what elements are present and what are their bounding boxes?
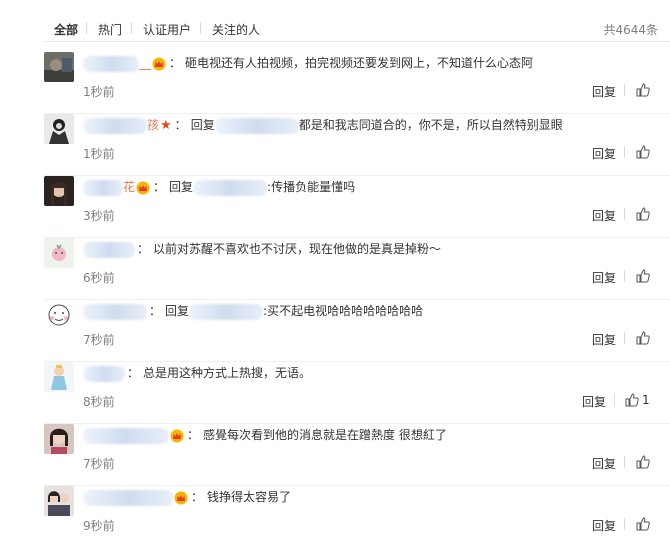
action-divider: [624, 518, 625, 530]
action-divider: [624, 84, 625, 96]
action-divider: [614, 394, 615, 406]
comment-text: 都是和我志同道合的，你不是，所以自然特别显眼: [298, 118, 563, 132]
thumbs-up-icon: [636, 517, 650, 531]
action-divider: [624, 208, 625, 220]
comment-item: ：回复:买不起电视哈哈哈哈哈哈哈哈 7秒前 回复: [44, 300, 670, 362]
crown-badge-icon: [174, 491, 188, 505]
comment-filter-bar: 全部 热门 认证用户 关注的人 共4644条: [44, 14, 670, 42]
action-divider: [624, 146, 625, 158]
like-button[interactable]: 1: [625, 393, 650, 407]
blurred-username[interactable]: [83, 365, 125, 382]
comment-text: 以前对苏醒不喜欢也不讨厌，现在他做的是真是掉粉～: [153, 242, 442, 256]
comment-time: 3秒前: [83, 209, 115, 223]
like-button[interactable]: [636, 455, 653, 469]
reply-button[interactable]: 回复: [592, 207, 616, 224]
reply-button[interactable]: 回复: [582, 393, 606, 410]
like-count: 1: [642, 393, 650, 407]
crown-badge-icon: [152, 57, 166, 71]
blurred-username[interactable]: [83, 427, 169, 444]
tab-separator: [200, 22, 201, 34]
blurred-username[interactable]: [83, 55, 139, 72]
comment-time: 6秒前: [83, 271, 115, 285]
comment-item: 花：回复:传播负能量懂吗 3秒前 回复: [44, 176, 670, 238]
crown-badge-icon: [136, 181, 150, 195]
reply-button[interactable]: 回复: [592, 455, 616, 472]
username[interactable]: 孩: [147, 118, 159, 132]
avatar[interactable]: [44, 362, 74, 392]
thumbs-up-icon: [625, 393, 639, 407]
comment-text: 砸电视还有人拍视频，拍完视频还要发到网上，不知道什么心态阿: [185, 56, 534, 70]
comment-item: ：以前对苏醒不喜欢也不讨厌，现在他做的是真是掉粉～ 6秒前 回复: [44, 238, 670, 300]
avatar[interactable]: [44, 176, 74, 206]
comment-text: 感覺每次看到他的消息就是在蹭熱度 很想紅了: [203, 428, 447, 442]
blurred-username[interactable]: [83, 117, 147, 134]
reply-prefix: 回复: [190, 118, 215, 132]
crown-badge-icon: [170, 429, 184, 443]
thumbs-up-icon: [636, 207, 650, 221]
comment-item: ：钱挣得太容易了 9秒前 回复: [44, 486, 670, 543]
reply-button[interactable]: 回复: [592, 269, 616, 286]
comment-text: :传播负能量懂吗: [267, 180, 356, 194]
tab-all[interactable]: 全部: [54, 21, 78, 38]
like-button[interactable]: [636, 517, 653, 531]
avatar[interactable]: [44, 52, 74, 82]
avatar[interactable]: [44, 114, 74, 144]
blurred-username[interactable]: [83, 303, 147, 320]
reply-prefix: 回复: [165, 304, 190, 318]
thumbs-up-icon: [636, 269, 650, 283]
comment-item: __：砸电视还有人拍视频，拍完视频还要发到网上，不知道什么心态阿 1秒前 回复: [44, 52, 670, 114]
tab-separator: [131, 22, 132, 34]
like-button[interactable]: [636, 269, 653, 283]
comment-time: 7秒前: [83, 457, 115, 471]
action-divider: [624, 270, 625, 282]
star-badge-icon: ★: [160, 118, 172, 133]
tab-following[interactable]: 关注的人: [212, 21, 260, 38]
tab-hot[interactable]: 热门: [98, 21, 122, 38]
comment-time: 1秒前: [83, 147, 115, 161]
thumbs-up-icon: [636, 331, 650, 345]
blurred-mention[interactable]: [189, 303, 264, 320]
avatar[interactable]: [44, 424, 74, 454]
comment-text: :买不起电视哈哈哈哈哈哈哈哈: [263, 304, 424, 318]
action-divider: [624, 456, 625, 468]
like-button[interactable]: [636, 207, 653, 221]
blurred-username[interactable]: [83, 241, 135, 258]
thumbs-up-icon: [636, 145, 650, 159]
blurred-mention[interactable]: [214, 117, 299, 134]
blurred-mention[interactable]: [193, 179, 268, 196]
comment-text: 总是用这种方式上热搜，无语。: [143, 366, 312, 380]
avatar[interactable]: [44, 486, 74, 516]
thumbs-up-icon: [636, 455, 650, 469]
like-button[interactable]: [636, 145, 653, 159]
comment-text: 钱挣得太容易了: [207, 490, 292, 504]
reply-button[interactable]: 回复: [592, 331, 616, 348]
reply-button[interactable]: 回复: [592, 83, 616, 100]
reply-prefix: 回复: [169, 180, 194, 194]
blurred-username[interactable]: [83, 179, 123, 196]
reply-button[interactable]: 回复: [592, 517, 616, 534]
comment-time: 1秒前: [83, 85, 115, 99]
comment-time: 7秒前: [83, 333, 115, 347]
username[interactable]: __: [139, 56, 151, 70]
action-divider: [624, 332, 625, 344]
comment-item: ：总是用这种方式上热搜，无语。 8秒前 回复 1: [44, 362, 670, 424]
comment-time: 8秒前: [83, 395, 115, 409]
comment-time: 9秒前: [83, 519, 115, 533]
thumbs-up-icon: [636, 83, 650, 97]
blurred-username[interactable]: [83, 489, 173, 506]
comment-item: ：感覺每次看到他的消息就是在蹭熱度 很想紅了 7秒前 回复: [44, 424, 670, 486]
avatar[interactable]: [44, 300, 74, 330]
comment-item: 孩★：回复 都是和我志同道合的，你不是，所以自然特别显眼 1秒前 回复: [44, 114, 670, 176]
tab-verified-users[interactable]: 认证用户: [143, 21, 191, 38]
like-button[interactable]: [636, 331, 653, 345]
username[interactable]: 花: [123, 180, 135, 194]
reply-button[interactable]: 回复: [592, 145, 616, 162]
avatar[interactable]: [44, 238, 74, 268]
tab-separator: [86, 22, 87, 34]
comment-total-count: 共4644条: [603, 23, 658, 37]
like-button[interactable]: [636, 83, 653, 97]
